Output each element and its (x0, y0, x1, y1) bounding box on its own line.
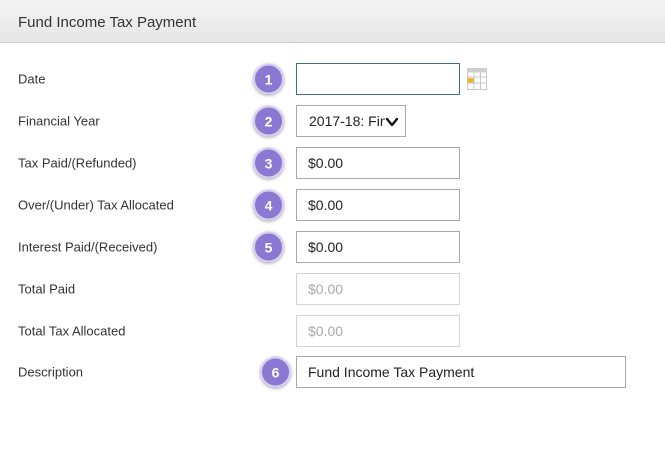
description-input[interactable] (296, 356, 626, 388)
over-under-input[interactable] (296, 189, 460, 221)
description-label: Description (18, 364, 84, 380)
date-label: Date (18, 71, 46, 87)
step-badge-6: 6 (260, 356, 291, 388)
tax-paid-input[interactable] (296, 147, 460, 179)
panel-header: Fund Income Tax Payment (0, 0, 665, 43)
tax-paid-label: Tax Paid/(Refunded) (18, 155, 137, 171)
date-input[interactable] (296, 63, 460, 95)
total-paid-label: Total Paid (18, 281, 76, 297)
calendar-icon[interactable] (467, 68, 487, 90)
financial-year-label: Financial Year (18, 113, 100, 129)
over-under-label: Over/(Under) Tax Allocated (18, 197, 174, 213)
total-tax-allocated-input (296, 315, 460, 347)
description-row: Description 6 (0, 355, 665, 389)
financial-year-row: Financial Year 2 2017-18: Financial Year (0, 104, 665, 138)
step-badge-4: 4 (253, 189, 284, 221)
interest-paid-input[interactable] (296, 231, 460, 263)
financial-year-select[interactable]: 2017-18: Financial Year (296, 105, 406, 137)
step-badge-3: 3 (253, 147, 284, 179)
total-paid-input (296, 273, 460, 305)
interest-paid-row: Interest Paid/(Received) 5 (0, 230, 665, 264)
total-paid-row: Total Paid (0, 272, 665, 306)
panel-title: Fund Income Tax Payment (18, 14, 197, 31)
chevron-down-icon (385, 117, 399, 127)
financial-year-selected-value: 2017-18: Financial Year (309, 113, 385, 129)
step-badge-5: 5 (253, 231, 284, 263)
date-row: Date 1 (0, 62, 665, 96)
total-tax-allocated-label: Total Tax Allocated (18, 323, 126, 339)
step-badge-2: 2 (253, 105, 284, 137)
interest-paid-label: Interest Paid/(Received) (18, 239, 158, 255)
step-badge-1: 1 (253, 63, 284, 95)
tax-paid-row: Tax Paid/(Refunded) 3 (0, 146, 665, 180)
over-under-row: Over/(Under) Tax Allocated 4 (0, 188, 665, 222)
total-tax-allocated-row: Total Tax Allocated (0, 314, 665, 348)
